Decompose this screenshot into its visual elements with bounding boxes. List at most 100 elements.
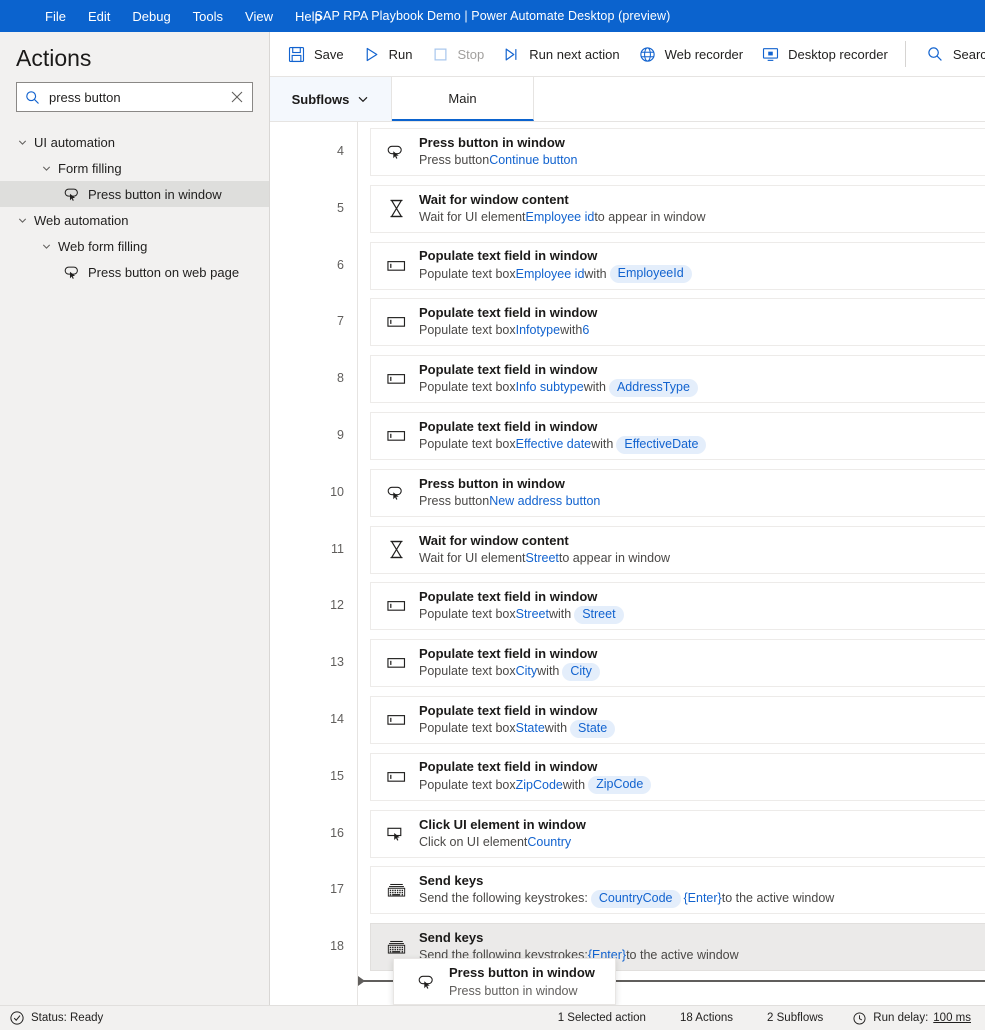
action-card[interactable]: Populate text field in window Populate te… [370,696,985,744]
element-link[interactable]: ZipCode [516,777,563,794]
variable-pill[interactable]: City [562,662,600,681]
action-row[interactable]: 6 Populate text field in window Populate t… [337,241,985,290]
web-recorder-button[interactable]: Web recorder [629,38,753,70]
press-button-icon [416,971,438,993]
action-card[interactable]: Populate text field in window Populate te… [370,412,985,460]
sidebar-group-label: Web form filling [58,238,148,254]
action-title: Wait for window content [419,532,569,548]
element-link[interactable]: New address button [489,493,600,510]
element-link[interactable]: State [516,720,545,737]
action-card[interactable]: Wait for window content Wait for UI eleme… [370,525,985,574]
flow-toolbar: Save Run Stop Run next action Web record… [270,32,985,77]
action-description: Wait for UI element Street to appear in … [419,550,670,567]
stop-button[interactable]: Stop [422,38,494,70]
action-row[interactable]: 7 Populate text field in window Populate t… [337,298,985,347]
action-text: Wait for window content Wait for UI eleme… [419,192,706,226]
press-button-icon [385,482,407,504]
monitor-icon [761,45,780,64]
hourglass-icon [385,198,407,220]
action-row[interactable]: 13 Populate text field in window Populate … [330,639,985,688]
action-description: Populate text box Employee id with Emplo… [419,265,695,284]
stop-icon [431,45,450,64]
element-link[interactable]: Continue button [489,152,577,169]
action-card[interactable]: Populate text field in window Populate te… [370,639,985,688]
action-card[interactable]: Click UI element in window Click on UI el… [370,809,985,858]
action-row-number: 18 [330,939,344,954]
variable-pill[interactable]: Street [574,605,624,624]
variable-pill[interactable]: CountryCode [590,889,681,908]
element-link[interactable]: {Enter} [684,890,722,907]
action-row[interactable]: 5 Wait for window content Wait for UI elem… [337,184,985,233]
action-row[interactable]: 4 Press button in window Press button Cont… [337,128,985,176]
action-card[interactable]: Populate text field in window Populate te… [370,355,985,404]
run-button[interactable]: Run [353,38,422,70]
sidebar-item-press-button-on-web-page[interactable]: Press button on web page [0,259,269,285]
action-card[interactable]: Wait for window content Wait for UI eleme… [370,184,985,233]
sidebar-item-press-button-in-window[interactable]: Press button in window [0,181,269,207]
action-row[interactable]: 15 Populate text field in window Populate … [330,752,985,801]
action-title: Click UI element in window [419,816,586,832]
desktop-recorder-button[interactable]: Desktop recorder [752,38,897,70]
action-row-number: 15 [330,768,344,783]
save-button[interactable]: Save [278,38,353,70]
sidebar-group-form-filling[interactable]: Form filling [0,155,269,181]
variable-pill[interactable]: EmployeeId [609,265,692,284]
element-link[interactable]: Info subtype [516,379,584,396]
tab-subflows[interactable]: Subflows [270,77,392,121]
run-next-action-button[interactable]: Run next action [493,38,628,70]
action-row[interactable]: 10 Press button in window Press button New… [330,468,985,517]
action-row[interactable]: 9 Populate text field in window Populate t… [337,412,985,460]
variable-pill[interactable]: State [570,719,616,738]
action-row[interactable]: 17 Send keys Send the following keystrokes… [330,866,985,915]
textbox-icon [385,255,407,277]
element-link[interactable]: Infotype [516,322,560,339]
menu-debug[interactable]: Debug [121,4,181,29]
variable-pill[interactable]: ZipCode [588,776,652,795]
actions-search-box[interactable] [16,82,253,112]
action-row[interactable]: 12 Populate text field in window Populate … [330,582,985,631]
close-icon[interactable] [228,88,246,106]
element-link[interactable]: Effective date [516,436,592,453]
action-card[interactable]: Populate text field in window Populate te… [370,241,985,290]
element-link[interactable]: 6 [582,322,589,339]
page-title: Actions [16,45,92,71]
element-link[interactable]: Country [527,834,571,851]
search-input[interactable] [40,88,228,106]
run-delay[interactable]: Run delay: 100 ms [853,1011,971,1025]
menu-file[interactable]: File [34,4,77,29]
variable-pill[interactable]: AddressType [608,378,698,397]
search-inside-flow-button[interactable]: Search inside [917,38,985,70]
menu-tools[interactable]: Tools [182,4,234,29]
menu-help[interactable]: Help [284,4,333,29]
menu-bar: File Edit Debug Tools View Help [0,4,333,29]
element-link[interactable]: Employee id [526,209,595,226]
variable-pill[interactable]: EffectiveDate [616,435,707,454]
element-link[interactable]: City [516,663,538,680]
sidebar-group-web-automation[interactable]: Web automation [0,207,269,233]
action-text: Press button in window Press button Conti… [419,135,577,169]
action-description: Populate text box Infotype with 6 [419,322,597,339]
element-link[interactable]: Street [526,550,559,567]
tab-strip: Subflows Main [270,77,985,122]
tab-main[interactable]: Main [392,77,534,121]
action-card[interactable]: Populate text field in window Populate te… [370,298,985,347]
action-card[interactable]: Press button in window Press button Conti… [370,128,985,176]
action-card[interactable]: Populate text field in window Populate te… [370,752,985,801]
action-row-number: 16 [330,825,344,840]
action-row[interactable]: 8 Populate text field in window Populate t… [337,355,985,404]
action-row[interactable]: 14 Populate text field in window Populate … [330,696,985,744]
sidebar-group-web-form-filling[interactable]: Web form filling [0,233,269,259]
menu-view[interactable]: View [234,4,284,29]
run-delay-value[interactable]: 100 ms [933,1012,971,1024]
action-row[interactable]: 11 Wait for window content Wait for UI ele… [331,525,985,574]
menu-edit[interactable]: Edit [77,4,121,29]
element-link[interactable]: Employee id [516,266,585,283]
element-link[interactable]: Street [516,606,549,623]
action-card[interactable]: Send keys Send the following keystrokes: … [370,866,985,915]
main-content: Actions UI automation [0,32,985,1005]
action-row[interactable]: 16 Click UI element in window Click on UI … [330,809,985,858]
action-card[interactable]: Press button in window Press button New a… [370,468,985,517]
action-title: Populate text field in window [419,248,598,264]
action-card[interactable]: Populate text field in window Populate te… [370,582,985,631]
sidebar-group-ui-automation[interactable]: UI automation [0,129,269,155]
